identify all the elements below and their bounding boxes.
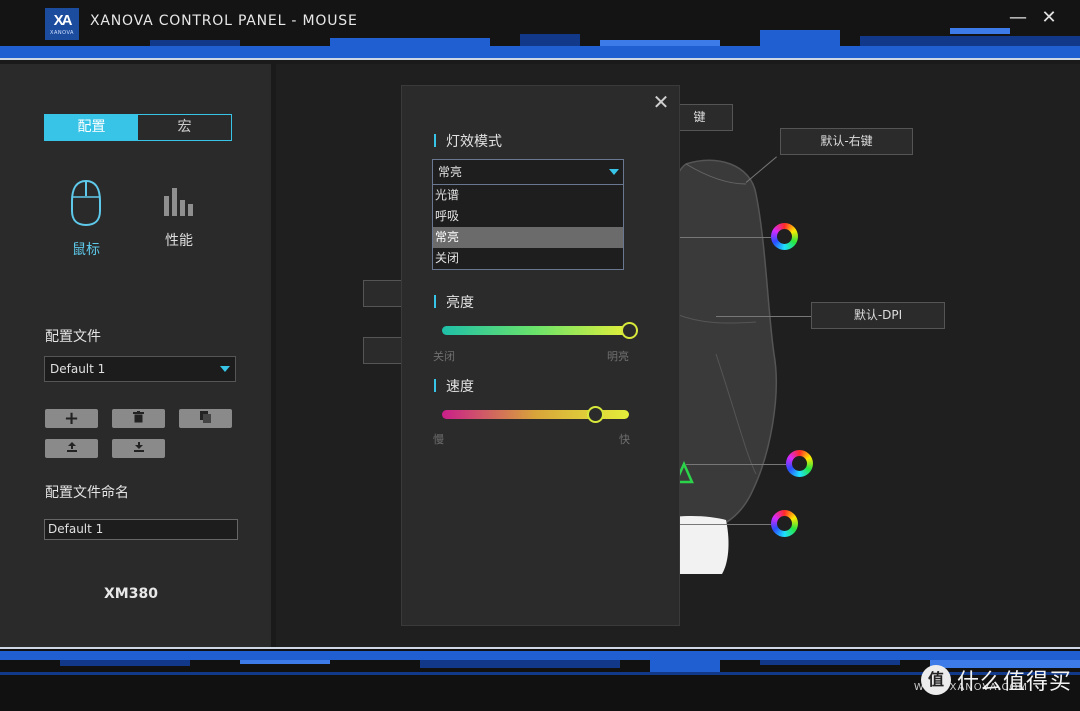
trash-icon: [133, 410, 144, 427]
title-stripe: [600, 40, 720, 46]
profile-select-value: Default 1: [50, 362, 106, 376]
xanova-logo: XA XANOVA: [45, 8, 79, 40]
mouse-icon: [69, 179, 103, 231]
export-icon: [66, 441, 78, 457]
logo-mark: XA: [53, 11, 73, 29]
speed-slider[interactable]: [442, 406, 629, 423]
dropdown-option[interactable]: 光谱: [433, 185, 623, 206]
bottom-stripe: [0, 672, 1080, 675]
bottom-stripe: [760, 660, 900, 665]
profile-select[interactable]: Default 1: [44, 356, 236, 382]
nav-mouse-label: 鼠标: [72, 242, 100, 258]
title-stripe: [0, 58, 1080, 60]
delete-profile-button[interactable]: [112, 409, 165, 428]
brightness-slider[interactable]: [442, 322, 638, 339]
button-callout-left-1[interactable]: [363, 280, 403, 307]
tab-macro[interactable]: 宏: [138, 115, 231, 140]
bottom-stripe: [0, 651, 1080, 660]
import-profile-button[interactable]: [112, 439, 165, 458]
import-icon: [133, 441, 145, 457]
speed-slider-handle[interactable]: [587, 406, 605, 423]
nav-mouse[interactable]: 鼠标: [56, 179, 116, 259]
rgb-zone-icon[interactable]: [771, 510, 798, 537]
title-stripe: [0, 46, 1080, 58]
bottom-stripe: [650, 660, 720, 672]
lead-line: [676, 237, 771, 238]
lead-line: [686, 464, 786, 465]
effect-mode-select[interactable]: 常亮: [432, 159, 624, 185]
sidebar-tabs: 配置 宏: [44, 114, 232, 141]
section-marker: [434, 295, 436, 308]
button-callout-dpi[interactable]: 默认-DPI: [811, 302, 945, 329]
app-title: XANOVA CONTROL PANEL - MOUSE: [90, 13, 358, 29]
effect-mode-label: 灯效模式: [446, 134, 502, 150]
watermark: 值 什么值得买: [920, 664, 1072, 696]
section-marker: [434, 134, 436, 147]
lead-line: [676, 524, 771, 525]
plus-icon: +: [63, 408, 80, 429]
watermark-logo-icon: 值: [920, 665, 951, 695]
rgb-zone-icon[interactable]: [771, 223, 798, 250]
nav-performance-label: 性能: [165, 233, 193, 249]
profile-name-label: 配置文件命名: [45, 485, 129, 501]
brightness-slider-handle[interactable]: [621, 322, 638, 339]
sidebar: 配置 宏 鼠标 性能 配置文件 Default 1 + 配置文件命名 Defau…: [0, 64, 271, 647]
rgb-zone-icon[interactable]: [786, 450, 813, 477]
speed-min-label: 慢: [433, 433, 444, 446]
copy-icon: [200, 410, 211, 427]
watermark-text: 什么值得买: [956, 670, 1072, 695]
effect-mode-value: 常亮: [438, 165, 463, 179]
tab-config[interactable]: 配置: [45, 115, 138, 140]
bottom-stripe: [240, 660, 330, 664]
model-name: XM380: [104, 586, 158, 602]
title-stripe: [520, 34, 580, 46]
title-stripe: [860, 36, 1080, 46]
title-stripe: [760, 30, 840, 46]
speed-max-label: 快: [619, 433, 630, 446]
profile-name-input[interactable]: Default 1: [44, 519, 238, 540]
dropdown-option[interactable]: 关闭: [433, 248, 623, 269]
export-profile-button[interactable]: [45, 439, 98, 458]
brightness-heading: 亮度: [434, 292, 474, 312]
speed-heading: 速度: [434, 376, 474, 396]
button-callout-right-click[interactable]: 默认-右键: [780, 128, 913, 155]
title-stripe: [330, 38, 490, 46]
copy-profile-button[interactable]: [179, 409, 232, 428]
section-marker: [434, 379, 436, 392]
close-button[interactable]: ✕: [1034, 6, 1064, 30]
dropdown-option[interactable]: 呼吸: [433, 206, 623, 227]
minimize-button[interactable]: —: [1003, 6, 1033, 30]
lighting-dialog: ✕ 灯效模式 常亮 光谱 呼吸 常亮 关闭 亮度 关闭 明亮 速度 慢 快: [401, 85, 680, 626]
bottom-stripe: [0, 647, 1080, 649]
lead-line: [716, 316, 811, 317]
nav-performance[interactable]: 性能: [149, 186, 209, 250]
title-stripe: [950, 28, 1010, 34]
bottom-stripe: [420, 660, 620, 668]
effect-mode-heading: 灯效模式: [434, 131, 502, 151]
button-callout-left-2[interactable]: [363, 337, 403, 364]
dropdown-option-selected[interactable]: 常亮: [433, 227, 623, 248]
bottom-stripe: [60, 660, 190, 666]
add-profile-button[interactable]: +: [45, 408, 98, 429]
speed-label: 速度: [446, 379, 474, 395]
brightness-label: 亮度: [446, 295, 474, 311]
profile-label: 配置文件: [45, 329, 101, 345]
bottom-band: WWW.XANOVA.COM 值 什么值得买: [0, 647, 1080, 711]
effect-mode-dropdown: 光谱 呼吸 常亮 关闭: [432, 185, 624, 270]
brightness-min-label: 关闭: [433, 350, 455, 363]
dialog-close-button[interactable]: ✕: [651, 92, 671, 112]
title-stripe: [150, 40, 240, 46]
chevron-down-icon: [220, 366, 230, 372]
logo-brand: XANOVA: [50, 29, 74, 36]
chevron-down-icon: [609, 169, 619, 175]
performance-bars-icon: [162, 188, 196, 222]
title-bar: XA XANOVA XANOVA CONTROL PANEL - MOUSE —…: [0, 0, 1080, 60]
brightness-max-label: 明亮: [607, 350, 629, 363]
